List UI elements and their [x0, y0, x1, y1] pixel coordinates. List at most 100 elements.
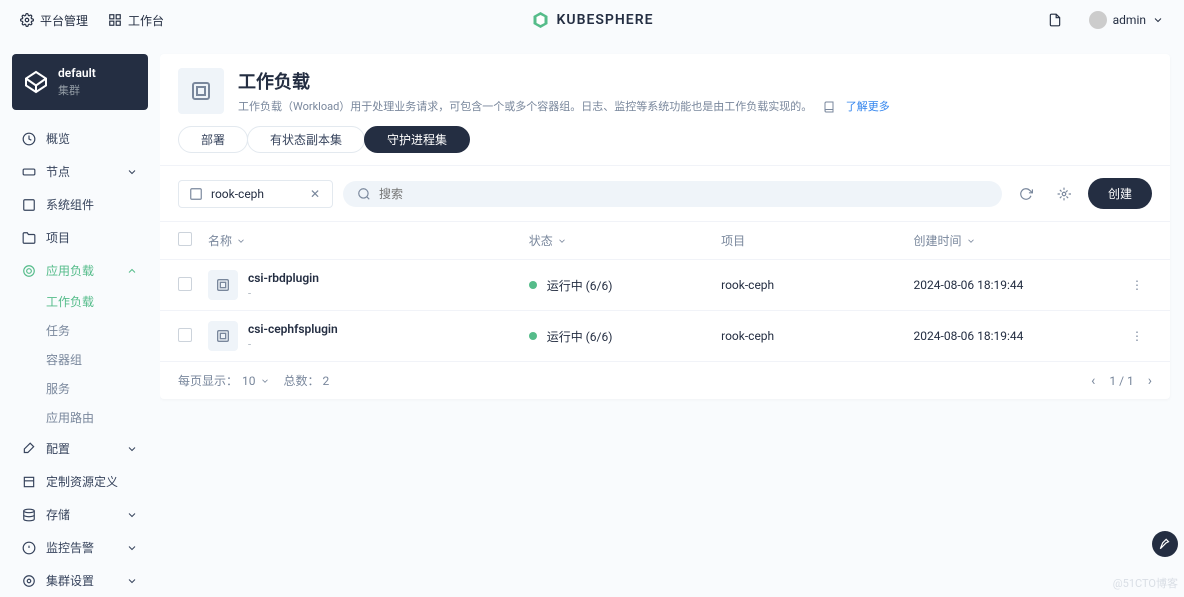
row-project: rook-ceph [721, 329, 913, 343]
nav-config[interactable]: 配置 [12, 432, 148, 465]
book-icon [823, 101, 835, 113]
total-count: 总数： 2 [284, 372, 330, 389]
config-icon [22, 442, 36, 456]
nav-overview[interactable]: 概览 [12, 122, 148, 155]
storage-icon [22, 508, 36, 522]
tab-statefulset[interactable]: 有状态副本集 [247, 126, 365, 153]
subnav-services[interactable]: 服务 [46, 374, 148, 403]
learn-more-link[interactable]: 了解更多 [846, 100, 890, 113]
nav-components[interactable]: 系统组件 [12, 188, 148, 221]
column-status[interactable]: 状态 [529, 232, 721, 249]
kubesphere-logo-icon [531, 10, 551, 30]
nav-nodes[interactable]: 节点 [12, 155, 148, 188]
row-more-button[interactable]: ⋮ [1131, 329, 1143, 343]
workspace-label: 工作台 [128, 12, 164, 29]
chevron-down-icon [126, 542, 138, 554]
projects-icon [22, 231, 36, 245]
grid-icon [108, 13, 122, 27]
chevron-down-icon [126, 166, 138, 178]
chevron-down-icon [260, 376, 270, 386]
prev-page-button[interactable]: ‹ [1091, 373, 1095, 389]
next-page-button[interactable]: › [1148, 373, 1152, 389]
table-row[interactable]: csi-cephfsplugin - 运行中 (6/6) rook-ceph 2… [160, 310, 1170, 361]
row-project: rook-ceph [721, 278, 913, 292]
workloads-icon [22, 264, 36, 278]
logo-text: KUBESPHERE [557, 12, 654, 28]
help-fab[interactable] [1152, 531, 1178, 557]
sort-icon [966, 236, 976, 246]
create-button[interactable]: 创建 [1088, 178, 1152, 209]
project-filter-value: rook-ceph [211, 187, 300, 201]
cluster-selector[interactable]: default 集群 [12, 54, 148, 110]
page-desc: 工作负载（Workload）用于处理业务请求，可包含一个或多个容器组。日志、监控… [238, 98, 890, 114]
page-title: 工作负载 [238, 68, 890, 94]
search-box[interactable] [343, 181, 1002, 207]
row-time: 2024-08-06 18:19:44 [914, 329, 1122, 343]
nav-projects[interactable]: 项目 [12, 221, 148, 254]
chevron-down-icon [126, 509, 138, 521]
tab-daemonset[interactable]: 守护进程集 [364, 126, 470, 153]
subnav-jobs[interactable]: 任务 [46, 316, 148, 345]
nav-cluster-settings[interactable]: 集群设置 [12, 564, 148, 597]
status-dot-icon [529, 332, 537, 340]
row-sub: - [248, 338, 338, 351]
workload-icon [208, 321, 238, 351]
search-input[interactable] [379, 187, 988, 201]
row-name: csi-rbdplugin [248, 271, 319, 285]
workspace-menu[interactable]: 工作台 [108, 12, 164, 29]
row-name: csi-cephfsplugin [248, 322, 338, 336]
nodes-icon [22, 165, 36, 179]
row-checkbox[interactable] [178, 277, 192, 291]
project-filter-icon [189, 187, 203, 201]
dashboard-icon [22, 132, 36, 146]
workload-icon [208, 270, 238, 300]
row-sub: - [248, 287, 319, 300]
chevron-down-icon [126, 575, 138, 587]
column-name[interactable]: 名称 [208, 232, 529, 249]
tab-deployment[interactable]: 部署 [178, 126, 248, 153]
hammer-icon [1158, 537, 1172, 551]
row-status: 运行中 (6/6) [529, 328, 721, 345]
monitor-icon [22, 541, 36, 555]
nav-storage[interactable]: 存储 [12, 498, 148, 531]
gear-icon [20, 13, 34, 27]
column-created[interactable]: 创建时间 [914, 232, 1122, 249]
page-icon [178, 68, 224, 114]
row-status: 运行中 (6/6) [529, 277, 721, 294]
search-icon [357, 187, 371, 201]
cluster-type: 集群 [58, 82, 96, 98]
platform-menu[interactable]: 平台管理 [20, 12, 88, 29]
cluster-name: default [58, 66, 96, 80]
platform-label: 平台管理 [40, 12, 88, 29]
row-more-button[interactable]: ⋮ [1131, 278, 1143, 292]
subnav-workload[interactable]: 工作负载 [46, 287, 148, 316]
select-all-checkbox[interactable] [178, 232, 192, 246]
column-project: 项目 [721, 232, 913, 249]
table-row[interactable]: csi-rbdplugin - 运行中 (6/6) rook-ceph 2024… [160, 259, 1170, 310]
project-filter[interactable]: rook-ceph ✕ [178, 180, 333, 208]
nav-monitor[interactable]: 监控告警 [12, 531, 148, 564]
username: admin [1113, 13, 1146, 27]
user-menu[interactable]: admin [1089, 11, 1164, 29]
chevron-up-icon [126, 265, 138, 277]
settings-icon [22, 574, 36, 588]
clear-filter-button[interactable]: ✕ [308, 187, 322, 201]
document-icon[interactable] [1041, 6, 1069, 34]
sort-icon [557, 236, 567, 246]
settings-button[interactable] [1050, 180, 1078, 208]
cluster-icon [24, 70, 48, 94]
logo[interactable]: KUBESPHERE [531, 10, 654, 30]
page-indicator: 1 / 1 [1109, 374, 1133, 388]
crd-icon [22, 475, 36, 489]
sort-icon [236, 236, 246, 246]
subnav-ingress[interactable]: 应用路由 [46, 403, 148, 432]
row-time: 2024-08-06 18:19:44 [914, 278, 1122, 292]
subnav-pods[interactable]: 容器组 [46, 345, 148, 374]
nav-workloads[interactable]: 应用负载 [12, 254, 148, 287]
refresh-button[interactable] [1012, 180, 1040, 208]
chevron-down-icon [126, 443, 138, 455]
components-icon [22, 198, 36, 212]
row-checkbox[interactable] [178, 328, 192, 342]
nav-crd[interactable]: 定制资源定义 [12, 465, 148, 498]
page-size-selector[interactable]: 每页显示： 10 [178, 372, 270, 389]
